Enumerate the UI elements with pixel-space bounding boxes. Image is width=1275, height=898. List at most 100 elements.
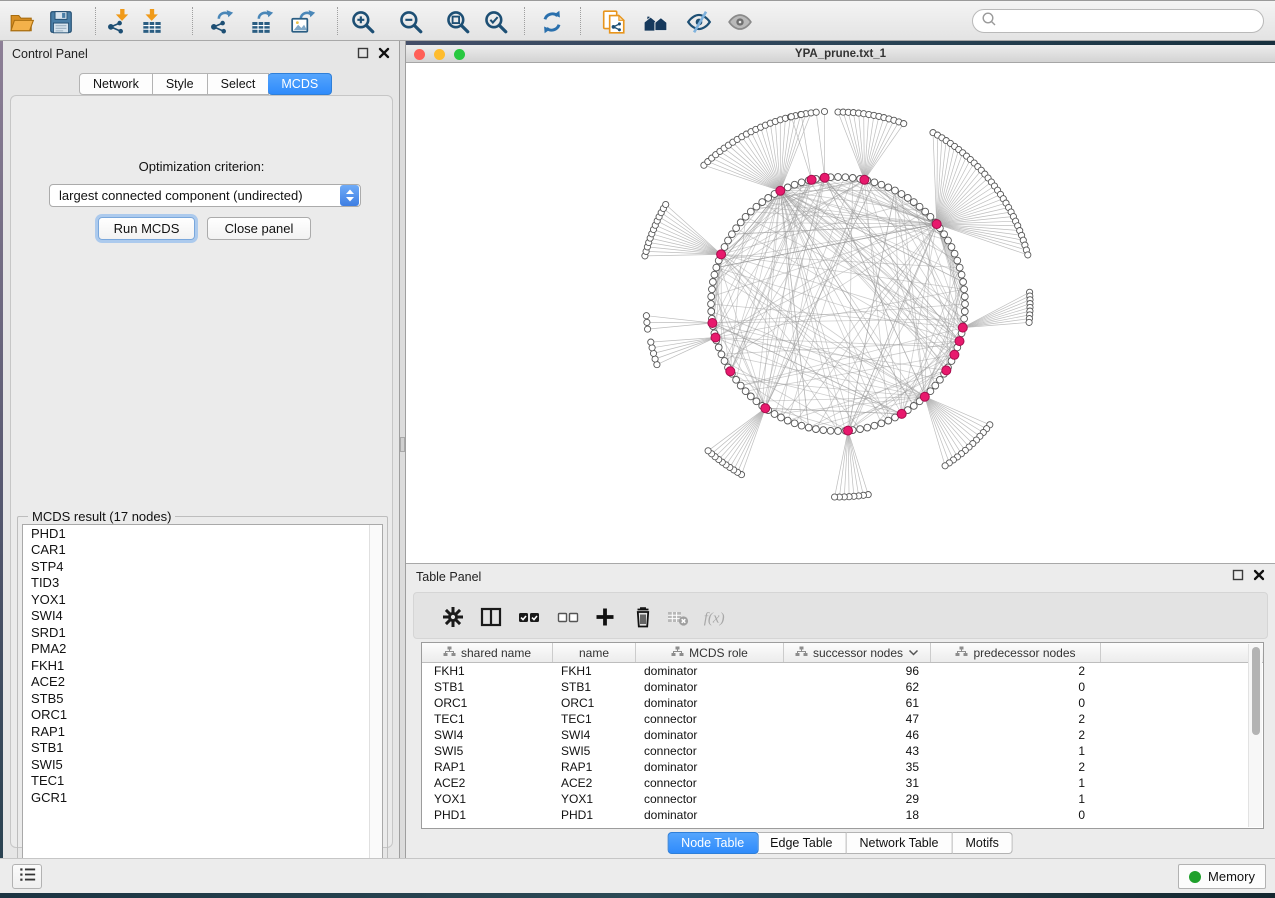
mcds-result-node[interactable]: PHD1 (23, 525, 382, 542)
cell-successor-nodes: 62 (784, 679, 931, 695)
table-panel-titlebar: Table Panel (406, 564, 1275, 589)
mcds-result-node[interactable]: SWI4 (23, 608, 382, 625)
panel-list-mode-button[interactable] (12, 864, 42, 889)
column-header-label: successor nodes (813, 646, 903, 660)
float-panel-icon[interactable] (1232, 569, 1244, 584)
mcds-result-node[interactable]: SWI5 (23, 756, 382, 773)
tab-style[interactable]: Style (153, 73, 208, 95)
delete-row-icon[interactable] (628, 603, 658, 630)
mcds-result-node[interactable]: CAR1 (23, 542, 382, 559)
save-session-icon[interactable] (44, 8, 78, 36)
network-overview-icon[interactable] (639, 8, 673, 36)
close-panel-icon[interactable] (378, 47, 390, 62)
cell-name: SWI5 (553, 743, 636, 759)
mcds-result-node[interactable]: FKH1 (23, 657, 382, 674)
close-panel-button[interactable]: Close panel (207, 217, 311, 240)
table-scrollbar-thumb[interactable] (1252, 647, 1260, 735)
import-table-icon[interactable] (135, 8, 169, 36)
main-toolbar (0, 0, 1275, 41)
mcds-result-node[interactable]: RAP1 (23, 723, 382, 740)
cell-name: RAP1 (553, 759, 636, 775)
mcds-result-node[interactable]: STB5 (23, 690, 382, 707)
table-row[interactable]: PHD1PHD1dominator180 (422, 807, 1263, 823)
export-image-icon[interactable] (286, 8, 320, 36)
mcds-result-node[interactable]: YOX1 (23, 591, 382, 608)
cell-shared-name: STB1 (422, 679, 553, 695)
export-network-icon[interactable] (204, 8, 238, 36)
node-table[interactable]: shared namenameMCDS role successor nodes p… (421, 642, 1264, 829)
zoom-fit-icon[interactable] (441, 8, 475, 36)
sort-desc-icon (908, 646, 919, 660)
run-mcds-button[interactable]: Run MCDS (98, 217, 195, 240)
mcds-result-node[interactable]: PMA2 (23, 641, 382, 658)
tab-node-table[interactable]: Node Table (667, 832, 758, 854)
tab-edge-table[interactable]: Edge Table (757, 832, 846, 854)
network-window-titlebar: YPA_prune.txt_1 (406, 45, 1275, 63)
mcds-result-node[interactable]: STB1 (23, 740, 382, 757)
mcds-result-node[interactable]: STP4 (23, 558, 382, 575)
zoom-in-icon[interactable] (346, 8, 380, 36)
table-row[interactable]: ACE2ACE2connector311 (422, 775, 1263, 791)
network-canvas[interactable] (406, 63, 1275, 563)
table-settings-icon[interactable] (438, 603, 468, 630)
zoom-out-icon[interactable] (394, 8, 428, 36)
tab-mcds[interactable]: MCDS (268, 73, 332, 95)
mcds-result-node[interactable]: TID3 (23, 575, 382, 592)
deselect-all-icon[interactable] (553, 603, 583, 630)
column-header-name[interactable]: name (553, 643, 636, 662)
mcds-result-node[interactable]: ACE2 (23, 674, 382, 691)
cell-predecessor-nodes: 0 (931, 679, 1101, 695)
splitter-handle[interactable] (400, 437, 405, 452)
table-row[interactable]: TEC1TEC1connector472 (422, 711, 1263, 727)
mcds-result-node[interactable]: ORC1 (23, 707, 382, 724)
cell-successor-nodes: 43 (784, 743, 931, 759)
column-header-predecessor-nodes[interactable]: predecessor nodes (931, 643, 1101, 662)
hide-graphics-icon[interactable] (682, 8, 716, 36)
cell-MCDS-role: connector (636, 743, 784, 759)
cell-shared-name: SWI5 (422, 743, 553, 759)
table-row[interactable]: FKH1FKH1dominator962 (422, 663, 1263, 679)
export-table-icon[interactable] (244, 8, 278, 36)
table-row[interactable]: ORC1ORC1dominator610 (422, 695, 1263, 711)
import-network-icon[interactable] (101, 8, 135, 36)
result-scrollbar[interactable] (369, 525, 382, 883)
zoom-window-button[interactable] (454, 49, 465, 60)
tab-motifs[interactable]: Motifs (952, 832, 1012, 854)
show-graphics-icon[interactable] (723, 8, 757, 36)
mcds-result-node[interactable]: GCR1 (23, 789, 382, 806)
table-row[interactable]: STB1STB1dominator620 (422, 679, 1263, 695)
table-scrollbar[interactable] (1248, 644, 1262, 827)
mcds-result-node[interactable]: SRD1 (23, 624, 382, 641)
zoom-selected-icon[interactable] (479, 8, 513, 36)
search-input[interactable] (998, 12, 1263, 30)
add-row-icon[interactable] (590, 603, 620, 630)
refresh-layout-icon[interactable] (535, 8, 569, 36)
table-row[interactable]: SWI5SWI5connector431 (422, 743, 1263, 759)
close-panel-icon[interactable] (1253, 569, 1265, 584)
mcds-result-node[interactable]: TEC1 (23, 773, 382, 790)
table-row[interactable]: RAP1RAP1dominator352 (422, 759, 1263, 775)
tab-network-table[interactable]: Network Table (847, 832, 953, 854)
open-session-icon[interactable] (5, 8, 39, 36)
toolbar-separator (192, 7, 193, 35)
tab-select[interactable]: Select (208, 73, 270, 95)
tab-network[interactable]: Network (79, 73, 153, 95)
minimize-window-button[interactable] (434, 49, 445, 60)
select-all-icon[interactable] (514, 603, 544, 630)
split-panel-icon[interactable] (476, 603, 506, 630)
table-row[interactable]: SWI4SWI4dominator462 (422, 727, 1263, 743)
close-window-button[interactable] (414, 49, 425, 60)
float-panel-icon[interactable] (357, 47, 369, 62)
column-header-MCDS-role[interactable]: MCDS role (636, 643, 784, 662)
criterion-dropdown[interactable]: largest connected component (undirected) (49, 184, 361, 207)
copy-network-icon[interactable] (597, 8, 631, 36)
table-body: FKH1FKH1dominator962STB1STB1dominator620… (422, 663, 1263, 823)
column-header-successor-nodes[interactable]: successor nodes (784, 643, 931, 662)
cell-MCDS-role: connector (636, 711, 784, 727)
dropdown-stepper-icon (340, 185, 359, 206)
table-row[interactable]: YOX1YOX1connector291 (422, 791, 1263, 807)
memory-button[interactable]: Memory (1178, 864, 1266, 889)
cell-successor-nodes: 31 (784, 775, 931, 791)
column-header-shared-name[interactable]: shared name (422, 643, 553, 662)
mcds-result-list[interactable]: PHD1CAR1STP4TID3YOX1SWI4SRD1PMA2FKH1ACE2… (22, 524, 383, 884)
